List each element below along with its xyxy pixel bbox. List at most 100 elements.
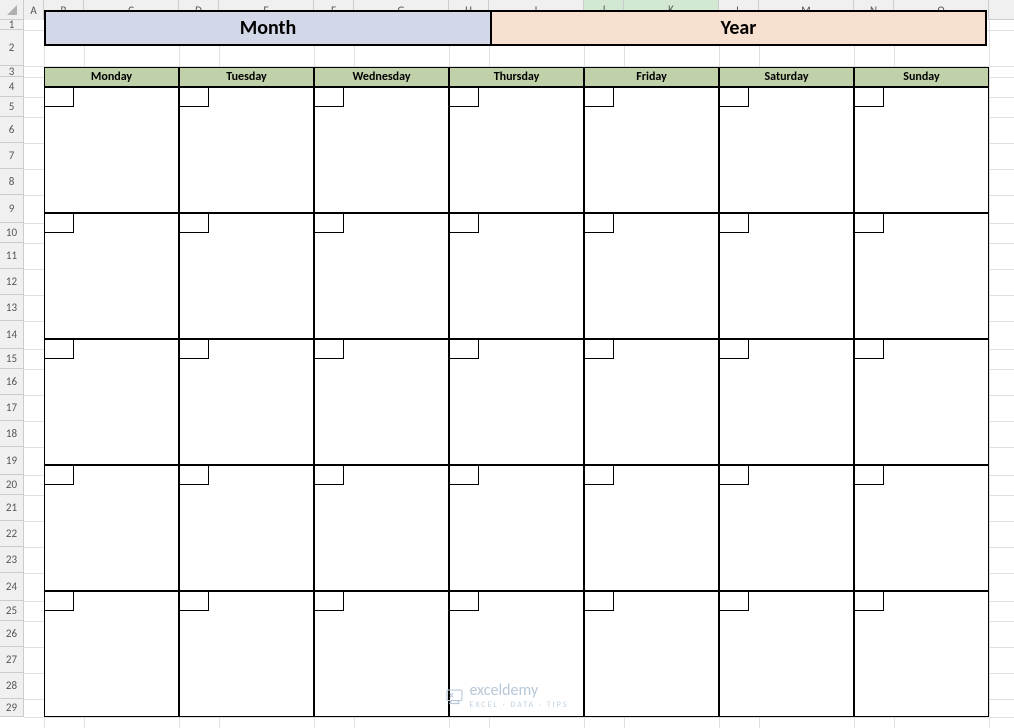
calendar-day-cell[interactable] <box>179 465 314 591</box>
calendar-day-cell[interactable] <box>44 213 179 339</box>
calendar-day-cell[interactable] <box>854 465 989 591</box>
day-header-monday[interactable]: Monday <box>44 67 179 87</box>
calendar-day-cell[interactable] <box>314 591 449 717</box>
date-number-box[interactable] <box>449 465 479 485</box>
row-header-8[interactable]: 8 <box>0 169 24 195</box>
calendar-day-cell[interactable] <box>719 339 854 465</box>
day-header-friday[interactable]: Friday <box>584 67 719 87</box>
calendar-day-cell[interactable] <box>179 87 314 213</box>
calendar-day-cell[interactable] <box>314 213 449 339</box>
date-number-box[interactable] <box>314 465 344 485</box>
date-number-box[interactable] <box>719 213 749 233</box>
row-header-14[interactable]: 14 <box>0 321 24 349</box>
calendar-day-cell[interactable] <box>44 87 179 213</box>
calendar-day-cell[interactable] <box>854 591 989 717</box>
calendar-day-cell[interactable] <box>584 213 719 339</box>
row-header-28[interactable]: 28 <box>0 673 24 699</box>
calendar-day-cell[interactable] <box>584 339 719 465</box>
calendar-day-cell[interactable] <box>449 465 584 591</box>
calendar-day-cell[interactable] <box>179 591 314 717</box>
row-header-1[interactable]: 1 <box>0 20 24 30</box>
date-number-box[interactable] <box>854 213 884 233</box>
calendar-day-cell[interactable] <box>179 213 314 339</box>
day-header-sunday[interactable]: Sunday <box>854 67 989 87</box>
year-title-cell[interactable]: Year <box>492 10 987 46</box>
row-header-27[interactable]: 27 <box>0 647 24 673</box>
calendar-day-cell[interactable] <box>584 87 719 213</box>
date-number-box[interactable] <box>719 465 749 485</box>
row-header-15[interactable]: 15 <box>0 349 24 369</box>
calendar-day-cell[interactable] <box>719 591 854 717</box>
date-number-box[interactable] <box>449 339 479 359</box>
calendar-day-cell[interactable] <box>44 339 179 465</box>
calendar-day-cell[interactable] <box>314 465 449 591</box>
calendar-day-cell[interactable] <box>449 213 584 339</box>
row-header-22[interactable]: 22 <box>0 521 24 547</box>
row-header-3[interactable]: 3 <box>0 66 24 77</box>
calendar-day-cell[interactable] <box>179 339 314 465</box>
calendar-day-cell[interactable] <box>854 339 989 465</box>
row-header-20[interactable]: 20 <box>0 475 24 495</box>
date-number-box[interactable] <box>44 87 74 107</box>
calendar-day-cell[interactable] <box>314 87 449 213</box>
date-number-box[interactable] <box>314 87 344 107</box>
date-number-box[interactable] <box>584 87 614 107</box>
date-number-box[interactable] <box>584 591 614 611</box>
row-header-11[interactable]: 11 <box>0 243 24 269</box>
day-header-wednesday[interactable]: Wednesday <box>314 67 449 87</box>
row-header-5[interactable]: 5 <box>0 97 24 117</box>
calendar-day-cell[interactable] <box>854 213 989 339</box>
date-number-box[interactable] <box>179 87 209 107</box>
calendar-day-cell[interactable] <box>584 465 719 591</box>
row-header-12[interactable]: 12 <box>0 269 24 295</box>
date-number-box[interactable] <box>719 591 749 611</box>
date-number-box[interactable] <box>854 339 884 359</box>
row-header-18[interactable]: 18 <box>0 421 24 447</box>
row-header-9[interactable]: 9 <box>0 195 24 223</box>
row-header-13[interactable]: 13 <box>0 295 24 321</box>
date-number-box[interactable] <box>449 213 479 233</box>
date-number-box[interactable] <box>854 591 884 611</box>
row-header-7[interactable]: 7 <box>0 143 24 169</box>
date-number-box[interactable] <box>719 339 749 359</box>
date-number-box[interactable] <box>854 87 884 107</box>
row-header-16[interactable]: 16 <box>0 369 24 395</box>
row-header-25[interactable]: 25 <box>0 601 24 621</box>
row-header-26[interactable]: 26 <box>0 621 24 647</box>
calendar-day-cell[interactable] <box>719 465 854 591</box>
date-number-box[interactable] <box>584 465 614 485</box>
calendar-day-cell[interactable] <box>719 87 854 213</box>
date-number-box[interactable] <box>314 213 344 233</box>
date-number-box[interactable] <box>314 339 344 359</box>
row-header-19[interactable]: 19 <box>0 447 24 475</box>
date-number-box[interactable] <box>44 591 74 611</box>
date-number-box[interactable] <box>179 465 209 485</box>
date-number-box[interactable] <box>584 339 614 359</box>
date-number-box[interactable] <box>314 591 344 611</box>
row-header-4[interactable]: 4 <box>0 77 24 97</box>
date-number-box[interactable] <box>44 465 74 485</box>
select-all-corner[interactable] <box>0 0 24 20</box>
row-header-21[interactable]: 21 <box>0 495 24 521</box>
date-number-box[interactable] <box>44 339 74 359</box>
row-header-17[interactable]: 17 <box>0 395 24 421</box>
date-number-box[interactable] <box>584 213 614 233</box>
date-number-box[interactable] <box>44 213 74 233</box>
date-number-box[interactable] <box>854 465 884 485</box>
row-header-10[interactable]: 10 <box>0 223 24 243</box>
day-header-thursday[interactable]: Thursday <box>449 67 584 87</box>
calendar-day-cell[interactable] <box>44 591 179 717</box>
day-header-tuesday[interactable]: Tuesday <box>179 67 314 87</box>
month-title-cell[interactable]: Month <box>44 10 492 46</box>
day-header-saturday[interactable]: Saturday <box>719 67 854 87</box>
calendar-day-cell[interactable] <box>449 87 584 213</box>
calendar-day-cell[interactable] <box>314 339 449 465</box>
row-header-2[interactable]: 2 <box>0 30 24 66</box>
row-header-29[interactable]: 29 <box>0 699 24 717</box>
date-number-box[interactable] <box>449 87 479 107</box>
calendar-day-cell[interactable] <box>719 213 854 339</box>
calendar-day-cell[interactable] <box>449 339 584 465</box>
date-number-box[interactable] <box>719 87 749 107</box>
row-header-24[interactable]: 24 <box>0 573 24 601</box>
date-number-box[interactable] <box>179 339 209 359</box>
